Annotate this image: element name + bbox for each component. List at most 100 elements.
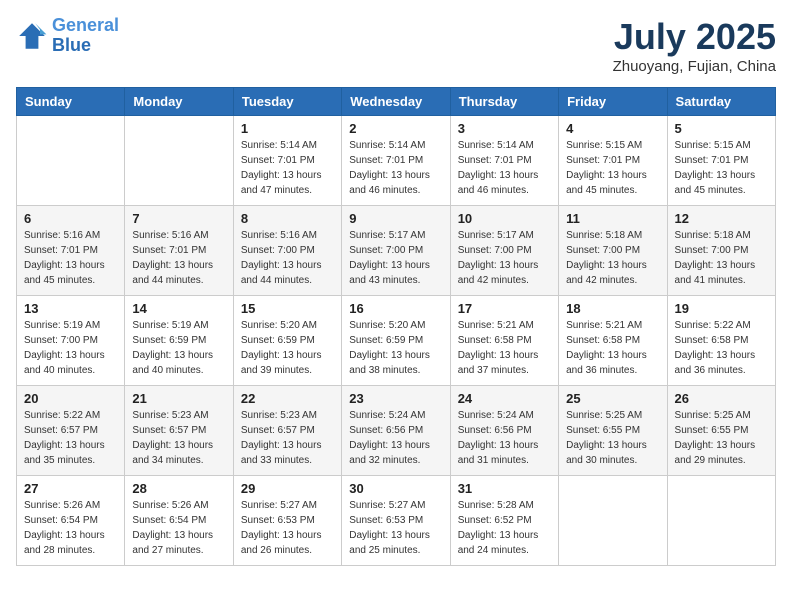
day-number: 2: [349, 121, 442, 136]
calendar-week-5: 27 Sunrise: 5:26 AMSunset: 6:54 PMDaylig…: [17, 476, 776, 566]
day-number: 26: [675, 391, 768, 406]
calendar-cell: 21 Sunrise: 5:23 AMSunset: 6:57 PMDaylig…: [125, 386, 233, 476]
calendar-cell: 27 Sunrise: 5:26 AMSunset: 6:54 PMDaylig…: [17, 476, 125, 566]
calendar-cell: 12 Sunrise: 5:18 AMSunset: 7:00 PMDaylig…: [667, 206, 775, 296]
calendar-cell: [125, 116, 233, 206]
calendar-cell: 28 Sunrise: 5:26 AMSunset: 6:54 PMDaylig…: [125, 476, 233, 566]
day-info: Sunrise: 5:21 AMSunset: 6:58 PMDaylight:…: [566, 318, 659, 378]
day-info: Sunrise: 5:28 AMSunset: 6:52 PMDaylight:…: [458, 498, 551, 558]
calendar-cell: 23 Sunrise: 5:24 AMSunset: 6:56 PMDaylig…: [342, 386, 450, 476]
calendar-cell: 13 Sunrise: 5:19 AMSunset: 7:00 PMDaylig…: [17, 296, 125, 386]
day-number: 15: [241, 301, 334, 316]
day-info: Sunrise: 5:16 AMSunset: 7:01 PMDaylight:…: [132, 228, 225, 288]
day-number: 31: [458, 481, 551, 496]
day-info: Sunrise: 5:23 AMSunset: 6:57 PMDaylight:…: [241, 408, 334, 468]
calendar-cell: 20 Sunrise: 5:22 AMSunset: 6:57 PMDaylig…: [17, 386, 125, 476]
day-info: Sunrise: 5:21 AMSunset: 6:58 PMDaylight:…: [458, 318, 551, 378]
day-info: Sunrise: 5:26 AMSunset: 6:54 PMDaylight:…: [132, 498, 225, 558]
calendar-cell: 16 Sunrise: 5:20 AMSunset: 6:59 PMDaylig…: [342, 296, 450, 386]
day-number: 17: [458, 301, 551, 316]
month-title: July 2025: [613, 16, 776, 58]
calendar-cell: 19 Sunrise: 5:22 AMSunset: 6:58 PMDaylig…: [667, 296, 775, 386]
day-number: 9: [349, 211, 442, 226]
page-header: GeneralBlue July 2025 Zhuoyang, Fujian, …: [16, 16, 776, 75]
calendar-cell: 18 Sunrise: 5:21 AMSunset: 6:58 PMDaylig…: [559, 296, 667, 386]
day-number: 6: [24, 211, 117, 226]
day-info: Sunrise: 5:16 AMSunset: 7:01 PMDaylight:…: [24, 228, 117, 288]
day-info: Sunrise: 5:18 AMSunset: 7:00 PMDaylight:…: [675, 228, 768, 288]
calendar-cell: 22 Sunrise: 5:23 AMSunset: 6:57 PMDaylig…: [233, 386, 341, 476]
calendar-cell: 31 Sunrise: 5:28 AMSunset: 6:52 PMDaylig…: [450, 476, 558, 566]
calendar-cell: 8 Sunrise: 5:16 AMSunset: 7:00 PMDayligh…: [233, 206, 341, 296]
day-number: 10: [458, 211, 551, 226]
day-number: 3: [458, 121, 551, 136]
day-info: Sunrise: 5:19 AMSunset: 7:00 PMDaylight:…: [24, 318, 117, 378]
calendar-cell: 1 Sunrise: 5:14 AMSunset: 7:01 PMDayligh…: [233, 116, 341, 206]
day-number: 23: [349, 391, 442, 406]
day-info: Sunrise: 5:22 AMSunset: 6:58 PMDaylight:…: [675, 318, 768, 378]
calendar-cell: 30 Sunrise: 5:27 AMSunset: 6:53 PMDaylig…: [342, 476, 450, 566]
calendar-cell: 10 Sunrise: 5:17 AMSunset: 7:00 PMDaylig…: [450, 206, 558, 296]
calendar-cell: 6 Sunrise: 5:16 AMSunset: 7:01 PMDayligh…: [17, 206, 125, 296]
day-number: 19: [675, 301, 768, 316]
calendar-cell: 26 Sunrise: 5:25 AMSunset: 6:55 PMDaylig…: [667, 386, 775, 476]
calendar-cell: 4 Sunrise: 5:15 AMSunset: 7:01 PMDayligh…: [559, 116, 667, 206]
calendar-cell: 2 Sunrise: 5:14 AMSunset: 7:01 PMDayligh…: [342, 116, 450, 206]
day-number: 21: [132, 391, 225, 406]
calendar-week-2: 6 Sunrise: 5:16 AMSunset: 7:01 PMDayligh…: [17, 206, 776, 296]
day-number: 14: [132, 301, 225, 316]
weekday-header-saturday: Saturday: [667, 88, 775, 116]
day-info: Sunrise: 5:19 AMSunset: 6:59 PMDaylight:…: [132, 318, 225, 378]
day-info: Sunrise: 5:24 AMSunset: 6:56 PMDaylight:…: [349, 408, 442, 468]
title-block: July 2025 Zhuoyang, Fujian, China: [613, 16, 776, 75]
day-number: 12: [675, 211, 768, 226]
calendar-cell: [667, 476, 775, 566]
day-number: 28: [132, 481, 225, 496]
day-info: Sunrise: 5:20 AMSunset: 6:59 PMDaylight:…: [349, 318, 442, 378]
day-info: Sunrise: 5:18 AMSunset: 7:00 PMDaylight:…: [566, 228, 659, 288]
day-number: 24: [458, 391, 551, 406]
day-info: Sunrise: 5:22 AMSunset: 6:57 PMDaylight:…: [24, 408, 117, 468]
day-number: 1: [241, 121, 334, 136]
day-number: 30: [349, 481, 442, 496]
calendar-cell: [559, 476, 667, 566]
day-number: 7: [132, 211, 225, 226]
day-info: Sunrise: 5:25 AMSunset: 6:55 PMDaylight:…: [675, 408, 768, 468]
weekday-header-monday: Monday: [125, 88, 233, 116]
calendar-cell: 29 Sunrise: 5:27 AMSunset: 6:53 PMDaylig…: [233, 476, 341, 566]
day-number: 8: [241, 211, 334, 226]
day-info: Sunrise: 5:26 AMSunset: 6:54 PMDaylight:…: [24, 498, 117, 558]
calendar-cell: [17, 116, 125, 206]
day-info: Sunrise: 5:27 AMSunset: 6:53 PMDaylight:…: [241, 498, 334, 558]
day-info: Sunrise: 5:14 AMSunset: 7:01 PMDaylight:…: [458, 138, 551, 198]
calendar-cell: 3 Sunrise: 5:14 AMSunset: 7:01 PMDayligh…: [450, 116, 558, 206]
calendar-cell: 24 Sunrise: 5:24 AMSunset: 6:56 PMDaylig…: [450, 386, 558, 476]
day-info: Sunrise: 5:15 AMSunset: 7:01 PMDaylight:…: [566, 138, 659, 198]
day-info: Sunrise: 5:25 AMSunset: 6:55 PMDaylight:…: [566, 408, 659, 468]
day-number: 16: [349, 301, 442, 316]
day-info: Sunrise: 5:23 AMSunset: 6:57 PMDaylight:…: [132, 408, 225, 468]
calendar-cell: 17 Sunrise: 5:21 AMSunset: 6:58 PMDaylig…: [450, 296, 558, 386]
day-info: Sunrise: 5:17 AMSunset: 7:00 PMDaylight:…: [458, 228, 551, 288]
calendar-cell: 14 Sunrise: 5:19 AMSunset: 6:59 PMDaylig…: [125, 296, 233, 386]
weekday-header-wednesday: Wednesday: [342, 88, 450, 116]
weekday-header-thursday: Thursday: [450, 88, 558, 116]
day-info: Sunrise: 5:15 AMSunset: 7:01 PMDaylight:…: [675, 138, 768, 198]
day-number: 25: [566, 391, 659, 406]
weekday-header-tuesday: Tuesday: [233, 88, 341, 116]
calendar-cell: 5 Sunrise: 5:15 AMSunset: 7:01 PMDayligh…: [667, 116, 775, 206]
day-number: 5: [675, 121, 768, 136]
day-info: Sunrise: 5:20 AMSunset: 6:59 PMDaylight:…: [241, 318, 334, 378]
calendar-week-4: 20 Sunrise: 5:22 AMSunset: 6:57 PMDaylig…: [17, 386, 776, 476]
day-info: Sunrise: 5:17 AMSunset: 7:00 PMDaylight:…: [349, 228, 442, 288]
calendar-table: SundayMondayTuesdayWednesdayThursdayFrid…: [16, 87, 776, 566]
day-number: 18: [566, 301, 659, 316]
day-info: Sunrise: 5:16 AMSunset: 7:00 PMDaylight:…: [241, 228, 334, 288]
calendar-cell: 7 Sunrise: 5:16 AMSunset: 7:01 PMDayligh…: [125, 206, 233, 296]
logo-icon: [16, 20, 48, 52]
logo: GeneralBlue: [16, 16, 119, 56]
calendar-cell: 25 Sunrise: 5:25 AMSunset: 6:55 PMDaylig…: [559, 386, 667, 476]
day-info: Sunrise: 5:27 AMSunset: 6:53 PMDaylight:…: [349, 498, 442, 558]
day-info: Sunrise: 5:14 AMSunset: 7:01 PMDaylight:…: [241, 138, 334, 198]
day-number: 22: [241, 391, 334, 406]
